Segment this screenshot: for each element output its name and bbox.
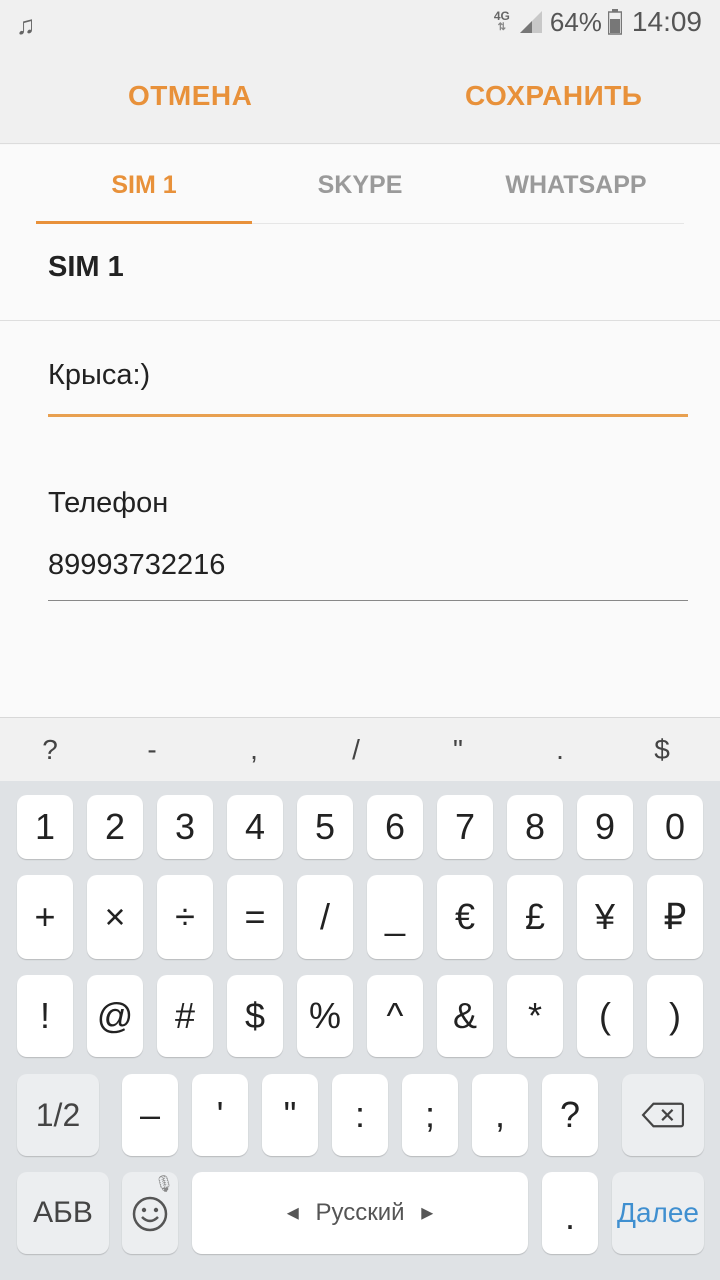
suggestion-key[interactable]: ? — [20, 718, 80, 782]
key-comma[interactable]: , — [472, 1074, 528, 1156]
key-5[interactable]: 5 — [297, 795, 353, 859]
key-period[interactable]: . — [542, 1172, 598, 1254]
key-2[interactable]: 2 — [87, 795, 143, 859]
key-dash[interactable]: – — [122, 1074, 178, 1156]
account-tabs: SIM 1 SKYPE WHATSAPP — [36, 145, 684, 224]
save-button[interactable]: СОХРАНИТЬ — [465, 48, 642, 144]
phone-label: Телефон — [48, 487, 169, 519]
key-hash[interactable]: # — [157, 975, 213, 1057]
cancel-button[interactable]: ОТМЕНА — [128, 48, 252, 144]
key-6[interactable]: 6 — [367, 795, 423, 859]
keyboard: ? - , / " . $ 1 2 3 4 5 6 7 8 9 0 + × ÷ … — [0, 717, 720, 1280]
name-field[interactable]: Крыса:) — [48, 359, 688, 417]
suggestion-key[interactable]: - — [122, 718, 182, 782]
key-caret[interactable]: ^ — [367, 975, 423, 1057]
symbol-suggestion-bar: ? - , / " . $ — [0, 717, 720, 781]
network-indicator: 4G ⇅ — [494, 10, 510, 34]
key-question[interactable]: ? — [542, 1074, 598, 1156]
key-at[interactable]: @ — [87, 975, 143, 1057]
divider — [0, 320, 720, 321]
key-0[interactable]: 0 — [647, 795, 703, 859]
key-semicolon[interactable]: ; — [402, 1074, 458, 1156]
tab-indicator — [36, 221, 252, 224]
key-euro[interactable]: € — [437, 875, 493, 959]
key-colon[interactable]: : — [332, 1074, 388, 1156]
arrow-left-icon: ◂ — [286, 1199, 299, 1226]
page-switch-key[interactable]: 1/2 — [17, 1074, 99, 1156]
tab-skype[interactable]: SKYPE — [252, 145, 468, 223]
key-7[interactable]: 7 — [437, 795, 493, 859]
key-8[interactable]: 8 — [507, 795, 563, 859]
music-note-icon: ♫ — [16, 10, 36, 40]
action-bar: ОТМЕНА СОХРАНИТЬ — [0, 48, 720, 144]
next-key[interactable]: Далее — [612, 1172, 704, 1254]
battery-icon — [607, 9, 623, 35]
space-label: Русский — [315, 1199, 405, 1226]
tab-whatsapp[interactable]: WHATSAPP — [468, 145, 684, 223]
backspace-icon — [641, 1102, 685, 1128]
key-close-paren[interactable]: ) — [647, 975, 703, 1057]
key-apostrophe[interactable]: ' — [192, 1074, 248, 1156]
key-divide[interactable]: ÷ — [157, 875, 213, 959]
key-percent[interactable]: % — [297, 975, 353, 1057]
status-icons: 4G ⇅ 64% 14:09 — [494, 6, 702, 38]
signal-icon — [518, 9, 544, 35]
arrow-right-icon: ▸ — [421, 1199, 434, 1226]
key-yen[interactable]: ¥ — [577, 875, 633, 959]
key-open-paren[interactable]: ( — [577, 975, 633, 1057]
key-plus[interactable]: + — [17, 875, 73, 959]
battery-percent: 64% — [549, 6, 602, 37]
next-label: Далее — [616, 1197, 700, 1228]
contact-editor: SIM 1 SKYPE WHATSAPP SIM 1 Крыса:) Телеф… — [0, 145, 720, 717]
key-dollar[interactable]: $ — [227, 975, 283, 1057]
key-asterisk[interactable]: * — [507, 975, 563, 1057]
suggestion-key[interactable]: , — [224, 718, 284, 782]
space-key[interactable]: ◂ Русский ▸ — [192, 1172, 528, 1254]
key-1[interactable]: 1 — [17, 795, 73, 859]
data-arrows-icon: ⇅ — [497, 22, 507, 33]
key-quote[interactable]: " — [262, 1074, 318, 1156]
network-type: 4G — [493, 9, 510, 23]
tab-sim1[interactable]: SIM 1 — [36, 145, 252, 223]
key-underscore[interactable]: _ — [367, 875, 423, 959]
clock: 14:09 — [631, 6, 702, 37]
key-3[interactable]: 3 — [157, 795, 213, 859]
key-ruble[interactable]: ₽ — [647, 875, 703, 959]
backspace-key[interactable] — [622, 1074, 704, 1156]
smiley-icon — [132, 1196, 168, 1232]
key-slash[interactable]: / — [297, 875, 353, 959]
suggestion-key[interactable]: . — [530, 718, 590, 782]
suggestion-key[interactable]: " — [428, 718, 488, 782]
screen: ♫ 4G ⇅ 64% 14:09 ОТМЕНА СОХРАНИТЬ SIM 1 … — [0, 0, 720, 1280]
language-switch-key[interactable]: АБВ — [17, 1172, 109, 1254]
suggestion-key[interactable]: / — [326, 718, 386, 782]
microphone-icon: 🎙 — [153, 1176, 174, 1193]
status-bar: ♫ 4G ⇅ 64% 14:09 — [0, 0, 720, 48]
key-ampersand[interactable]: & — [437, 975, 493, 1057]
phone-field[interactable]: 89993732216 — [48, 549, 688, 601]
key-9[interactable]: 9 — [577, 795, 633, 859]
key-multiply[interactable]: × — [87, 875, 143, 959]
key-4[interactable]: 4 — [227, 795, 283, 859]
key-equals[interactable]: = — [227, 875, 283, 959]
section-title: SIM 1 — [48, 251, 124, 283]
key-pound[interactable]: £ — [507, 875, 563, 959]
key-exclamation[interactable]: ! — [17, 975, 73, 1057]
emoji-key[interactable]: 🎙 — [122, 1172, 178, 1254]
suggestion-key[interactable]: $ — [632, 718, 692, 782]
